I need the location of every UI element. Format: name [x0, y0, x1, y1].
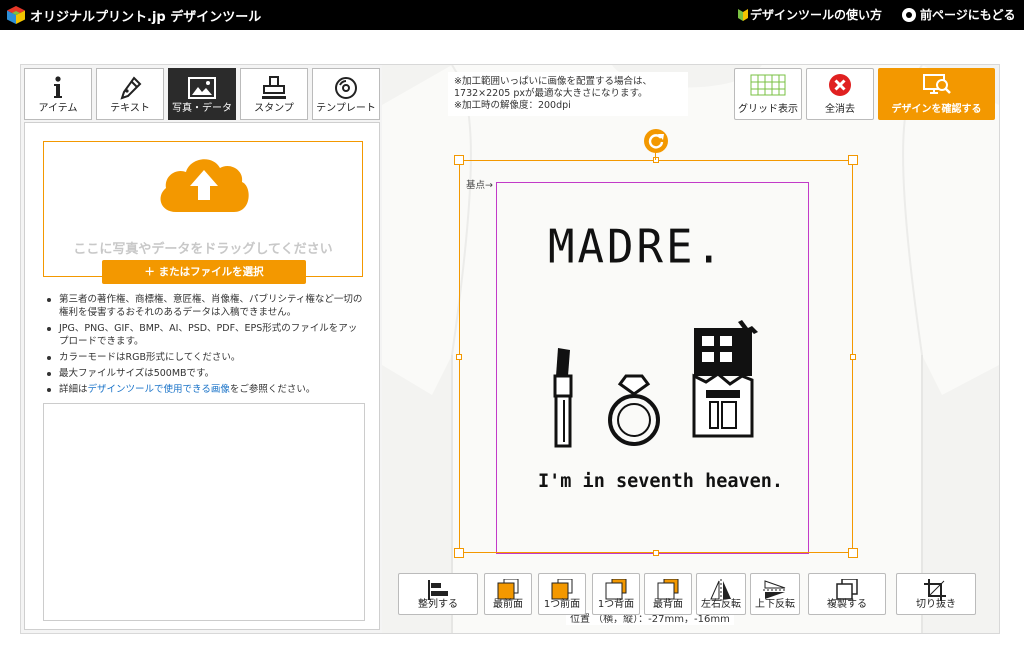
- flip-vertical-button[interactable]: 上下反転: [750, 573, 800, 615]
- bring-forward-button[interactable]: 1つ前面: [538, 573, 586, 615]
- usable-images-link[interactable]: デザインツールで使用できる画像: [88, 384, 230, 395]
- grid-toggle-button[interactable]: グリッド表示: [734, 68, 802, 120]
- top-bar: オリジナルプリント.jp デザインツール デザインツールの使い方 前ページにもど…: [0, 0, 1024, 30]
- tab-item[interactable]: アイテム: [24, 68, 92, 120]
- resize-handle-left[interactable]: [456, 354, 462, 360]
- note-max-size: 最大ファイルサイズは500MBです。: [43, 367, 363, 380]
- tab-stamp[interactable]: スタンプ: [240, 68, 308, 120]
- stamp-icon: [241, 75, 307, 101]
- tab-stamp-label: スタンプ: [254, 103, 294, 114]
- tab-photo-data[interactable]: 写真・データ: [168, 68, 236, 120]
- bring-to-front-button[interactable]: 最前面: [484, 573, 532, 615]
- send-to-back-button[interactable]: 最背面: [644, 573, 692, 615]
- resize-handle-right[interactable]: [850, 354, 856, 360]
- duplicate-label: 複製する: [827, 599, 867, 610]
- back-label: 前ページにもどる: [920, 8, 1016, 22]
- align-label: 整列する: [418, 599, 458, 610]
- crop-label: 切り抜き: [916, 599, 956, 610]
- note-color-mode: カラーモードはRGB形式にしてください。: [43, 351, 363, 364]
- note-line-3: ※加工時の解像度：200dpi: [454, 100, 571, 111]
- clear-label: 全消去: [825, 104, 855, 115]
- back-label: 最背面: [653, 599, 683, 610]
- note-line-2: 1732×2205 pxが最適な大きさになります。: [454, 88, 648, 99]
- note-rights: 第三者の著作権、商標権、意匠権、肖像権、パブリシティ権など一切の権利を侵害するお…: [43, 293, 363, 319]
- upload-drop-zone[interactable]: ここに写真やデータをドラッグしてください ＋ またはファイルを選択: [43, 141, 363, 284]
- cloud-upload-icon: [160, 159, 249, 212]
- grid-label: グリッド表示: [738, 104, 798, 115]
- uploaded-images-list[interactable]: [43, 403, 365, 621]
- drop-instruction: ここに写真やデータをドラッグしてください: [73, 242, 333, 257]
- howto-link[interactable]: デザインツールの使い方: [738, 6, 882, 23]
- resize-handle-top-right[interactable]: [848, 155, 858, 165]
- confirm-design-button[interactable]: デザインを確認する: [878, 68, 995, 120]
- tool-tabs: アイテム テキスト 写真・データ スタンプ テンプレート: [24, 68, 382, 120]
- logo-cube-icon: [7, 6, 25, 24]
- align-button[interactable]: 整列する: [398, 573, 478, 615]
- resize-handle-bottom-left[interactable]: [454, 548, 464, 558]
- tab-item-label: アイテム: [38, 103, 78, 114]
- rotate-handle[interactable]: [644, 129, 668, 153]
- send-backward-button[interactable]: 1つ背面: [592, 573, 640, 615]
- clear-x-icon: [807, 73, 873, 97]
- crop-button[interactable]: 切り抜き: [896, 573, 976, 615]
- pen-icon: [97, 75, 163, 101]
- resize-handle-bottom[interactable]: [653, 550, 659, 556]
- back-circle-icon: [902, 8, 916, 22]
- tab-photo-data-label: 写真・データ: [172, 103, 232, 114]
- upload-notes: 第三者の著作権、商標権、意匠権、肖像権、パブリシティ権など一切の権利を侵害するお…: [43, 293, 363, 399]
- rotate-stem: [655, 152, 656, 160]
- site-logo-text[interactable]: オリジナルプリント.jp デザインツール: [30, 6, 261, 25]
- note-details: 詳細はデザインツールで使用できる画像をご参照ください。: [43, 383, 363, 396]
- flip-horizontal-button[interactable]: 左右反転: [696, 573, 746, 615]
- monitor-search-icon: [879, 73, 994, 97]
- confirm-label: デザインを確認する: [891, 104, 982, 115]
- backward-label: 1つ背面: [597, 599, 635, 610]
- resize-handle-top-left[interactable]: [454, 155, 464, 165]
- front-label: 最前面: [493, 599, 523, 610]
- flip-h-label: 左右反転: [701, 599, 741, 610]
- tab-template-label: テンプレート: [316, 103, 376, 114]
- beginner-leaf-icon: [738, 9, 748, 21]
- tab-text[interactable]: テキスト: [96, 68, 164, 120]
- note-details-prefix: 詳細は: [59, 384, 88, 395]
- tab-template[interactable]: テンプレート: [312, 68, 380, 120]
- grid-icon: [735, 73, 801, 97]
- select-file-button[interactable]: ＋ またはファイルを選択: [102, 260, 306, 284]
- howto-label: デザインツールの使い方: [750, 8, 883, 22]
- info-icon: [25, 75, 91, 101]
- forward-label: 1つ前面: [543, 599, 581, 610]
- resize-handle-bottom-right[interactable]: [848, 548, 858, 558]
- print-size-note: ※加工範囲いっぱいに画像を配置する場合は、 1732×2205 pxが最適な大き…: [448, 72, 688, 116]
- note-formats: JPG、PNG、GIF、BMP、AI、PSD、PDF、EPS形式のファイルをアッ…: [43, 322, 363, 348]
- duplicate-button[interactable]: 複製する: [808, 573, 886, 615]
- rotate-arrow-icon: [648, 134, 664, 149]
- resize-handle-top[interactable]: [653, 157, 659, 163]
- template-icon: [313, 75, 379, 101]
- note-details-suffix: をご参照ください。: [229, 384, 316, 395]
- image-icon: [169, 75, 235, 101]
- photo-data-panel: ここに写真やデータをドラッグしてください ＋ またはファイルを選択 第三者の著作…: [24, 122, 380, 630]
- selection-box[interactable]: [454, 155, 858, 558]
- tab-text-label: テキスト: [110, 103, 150, 114]
- flip-v-label: 上下反転: [755, 599, 795, 610]
- clear-all-button[interactable]: 全消去: [806, 68, 874, 120]
- note-line-1: ※加工範囲いっぱいに画像を配置する場合は、: [454, 76, 652, 87]
- back-link[interactable]: 前ページにもどる: [902, 6, 1016, 23]
